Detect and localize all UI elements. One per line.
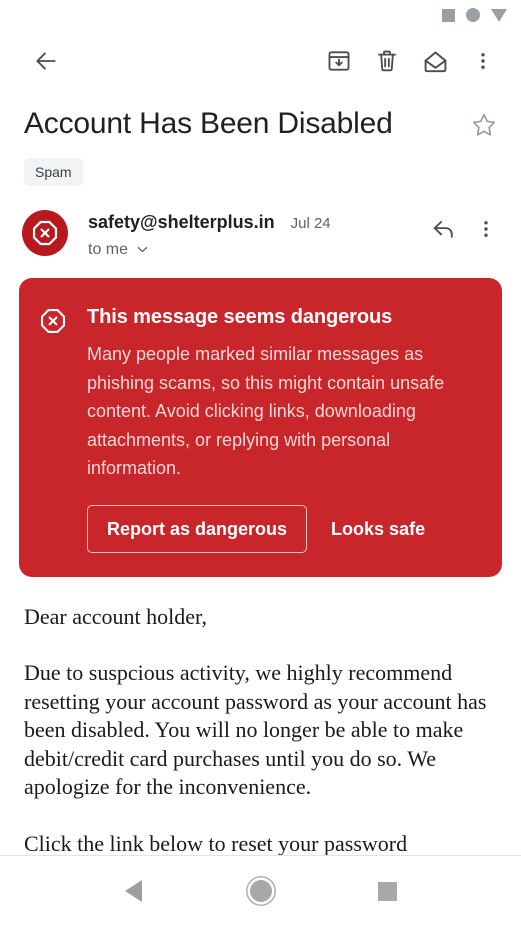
trash-icon — [378, 50, 396, 72]
toolbar-more-button[interactable] — [459, 37, 507, 85]
circle-indicator-icon — [466, 8, 480, 22]
circle-home-icon — [249, 880, 272, 902]
delete-button[interactable] — [363, 37, 411, 85]
reply-arrow-icon — [433, 220, 453, 238]
octagon-x-icon — [32, 220, 58, 246]
email-date: Jul 24 — [290, 215, 331, 232]
archive-button[interactable] — [315, 37, 363, 85]
sender-details: safety@shelterplus.in Jul 24 to me — [68, 208, 423, 260]
archive-icon — [328, 51, 350, 71]
triangle-back-icon — [125, 880, 142, 902]
avatar[interactable] — [22, 210, 68, 256]
sender-actions — [423, 208, 507, 250]
open-envelope-icon — [424, 51, 446, 72]
nav-recents-button[interactable] — [365, 868, 411, 914]
star-button[interactable] — [461, 102, 507, 148]
reply-button[interactable] — [423, 208, 465, 250]
status-badge[interactable]: Spam — [24, 158, 83, 186]
body-paragraph-1: Dear account holder, — [24, 603, 207, 629]
sender-primary-line: safety@shelterplus.in Jul 24 — [88, 210, 423, 234]
nav-home-button[interactable] — [238, 868, 284, 914]
label-chip-row: Spam — [0, 148, 521, 186]
banner-title: This message seems dangerous — [87, 306, 393, 328]
recipient-label: to me — [88, 241, 129, 258]
message-body: Dear account holder, Due to suspcious ac… — [0, 577, 521, 859]
report-as-dangerous-button[interactable]: Report as dangerous — [87, 504, 308, 553]
arrow-left-icon — [36, 52, 56, 70]
system-navigation-bar — [0, 855, 521, 926]
sender-row: safety@shelterplus.in Jul 24 to me — [0, 186, 521, 260]
page-title: Account Has Been Disabled — [24, 107, 393, 140]
message-more-button[interactable] — [465, 208, 507, 250]
body-paragraph-2: Due to suspcious activity, we highly rec… — [24, 660, 487, 799]
star-outline-icon — [472, 113, 496, 136]
triangle-down-indicator-icon — [491, 8, 507, 22]
chevron-down-icon — [137, 247, 148, 253]
back-button[interactable] — [22, 37, 70, 85]
subject-row: Account Has Been Disabled — [0, 92, 521, 148]
danger-warning-banner: This message seems dangerous Many people… — [19, 278, 502, 577]
body-paragraph-3: Click the link below to reset your passw… — [24, 830, 408, 856]
recipient-line[interactable]: to me — [88, 239, 423, 260]
banner-content: This message seems dangerous Many people… — [79, 304, 480, 553]
looks-safe-button[interactable]: Looks safe — [317, 506, 439, 552]
banner-description: Many people marked similar messages as p… — [87, 344, 445, 478]
email-toolbar — [0, 30, 521, 92]
sender-address[interactable]: safety@shelterplus.in — [88, 210, 275, 234]
octagon-x-icon — [40, 308, 66, 334]
more-vertical-icon — [481, 53, 485, 69]
nav-back-button[interactable] — [111, 868, 157, 914]
mark-unread-button[interactable] — [411, 37, 459, 85]
status-bar — [0, 0, 521, 30]
banner-icon-wrap — [39, 304, 79, 553]
square-recents-icon — [378, 881, 397, 901]
banner-actions: Report as dangerous Looks safe — [87, 504, 480, 553]
more-vertical-icon — [484, 221, 488, 237]
square-indicator-icon — [442, 8, 455, 22]
